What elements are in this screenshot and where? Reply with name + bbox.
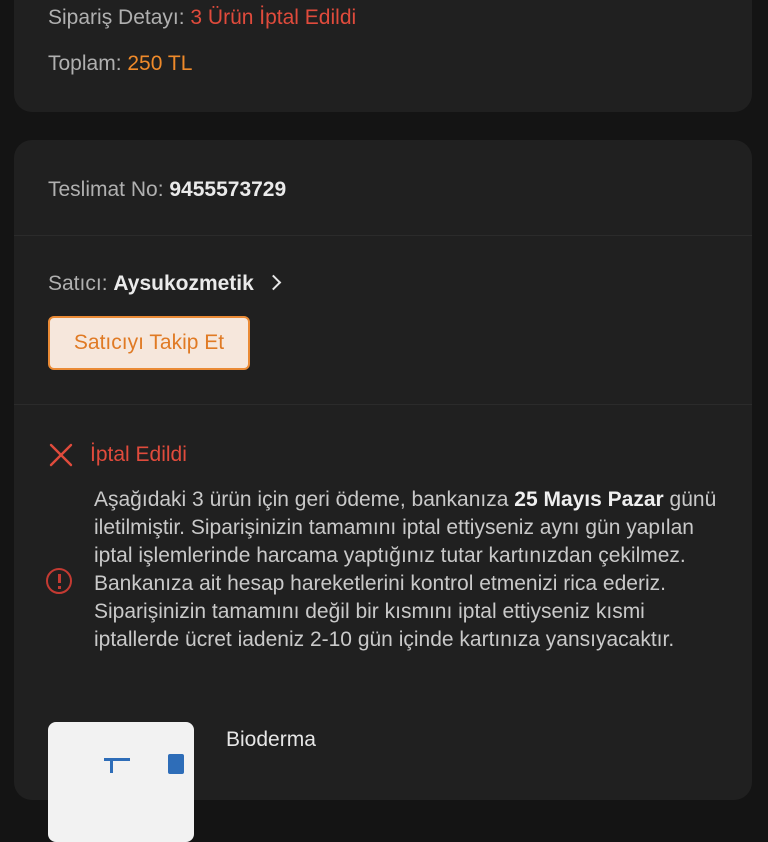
refund-text-after: günü iletilmiştir. Siparişinizin tamamın… <box>94 488 717 651</box>
delivery-number: 9455573729 <box>169 178 287 201</box>
order-total-label: Toplam: <box>48 52 122 75</box>
refund-date: 25 Mayıs Pazar <box>514 488 664 511</box>
product-image-mark <box>110 761 113 773</box>
cancel-status-text: İptal Edildi <box>90 443 187 466</box>
delivery-number-row: Teslimat No: 9455573729 <box>48 178 286 202</box>
product-image-mark <box>168 754 184 774</box>
delivery-number-label: Teslimat No: <box>48 178 164 201</box>
product-image-mark <box>104 758 130 761</box>
order-detail-line: Sipariş Detayı: 3 Ürün İptal Edildi <box>48 6 356 30</box>
refund-text-before: Aşağıdaki 3 ürün için geri ödeme, bankan… <box>94 488 515 511</box>
order-total-line: Toplam: 250 TL <box>48 52 192 76</box>
order-detail-value: 3 Ürün İptal Edildi <box>190 6 357 29</box>
divider <box>14 404 752 405</box>
info-icon <box>46 568 72 594</box>
cancel-status: İptal Edildi <box>48 440 187 470</box>
order-summary-card: Sipariş Detayı: 3 Ürün İptal Edildi Topl… <box>14 0 752 112</box>
close-icon <box>49 443 73 467</box>
order-detail-label: Sipariş Detayı: <box>48 6 185 29</box>
seller-label: Satıcı: <box>48 272 108 295</box>
product-image[interactable] <box>48 722 194 842</box>
refund-notice: Aşağıdaki 3 ürün için geri ödeme, bankan… <box>94 486 728 654</box>
chevron-right-icon <box>265 274 281 291</box>
divider <box>14 235 752 236</box>
seller-name: Aysukozmetik <box>113 272 254 295</box>
delivery-card: Teslimat No: 9455573729 Satıcı: Aysukozm… <box>14 140 752 842</box>
order-total-value: 250 TL <box>127 52 193 75</box>
follow-seller-button[interactable]: Satıcıyı Takip Et <box>48 316 250 370</box>
seller-link[interactable]: Satıcı: Aysukozmetik <box>48 272 281 296</box>
product-brand[interactable]: Bioderma <box>226 728 316 752</box>
